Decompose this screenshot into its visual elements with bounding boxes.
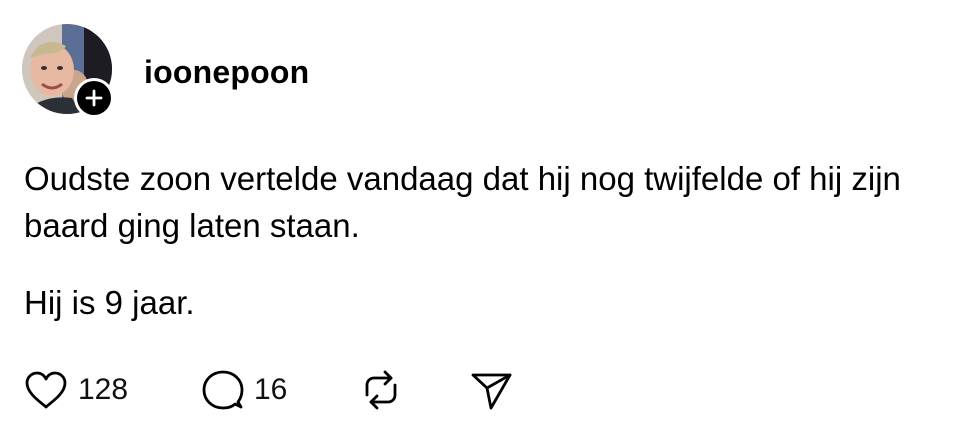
- username[interactable]: ioonepoon: [144, 53, 309, 91]
- plus-icon: [77, 81, 111, 115]
- repost-button[interactable]: [359, 368, 403, 412]
- like-count: 128: [78, 373, 129, 406]
- reply-button[interactable]: 16: [202, 368, 287, 412]
- reply-count: 16: [254, 373, 288, 406]
- post-paragraph: Hij is 9 jaar.: [24, 284, 195, 321]
- post-paragraph: Oudste zoon vertelde vandaag dat hij nog…: [24, 160, 901, 244]
- repost-arrows-icon: [359, 369, 403, 411]
- speech-bubble-icon: [202, 369, 244, 411]
- paper-plane-icon: [470, 369, 514, 411]
- heart-icon: [24, 370, 68, 410]
- post-body: Oudste zoon vertelde vandaag dat hij nog…: [24, 155, 954, 326]
- thread-post: ioonepoon Oudste zoon vertelde vandaag d…: [0, 0, 972, 432]
- like-button[interactable]: 128: [24, 368, 128, 412]
- share-button[interactable]: [470, 368, 514, 412]
- follow-button[interactable]: [74, 78, 114, 118]
- avatar-container[interactable]: [22, 24, 114, 118]
